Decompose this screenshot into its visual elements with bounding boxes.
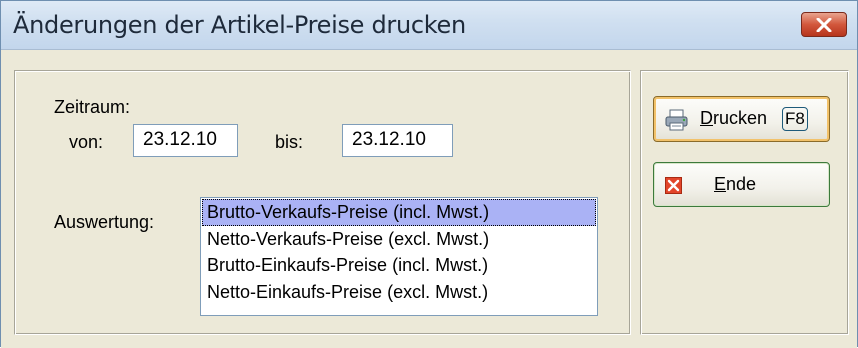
window-title: Änderungen der Artikel-Preise drucken xyxy=(13,11,466,39)
end-button-label: Ende xyxy=(714,174,757,194)
close-icon xyxy=(816,17,832,32)
title-bar[interactable]: Änderungen der Artikel-Preise drucken xyxy=(1,1,857,50)
close-button[interactable] xyxy=(801,12,847,37)
list-item[interactable]: Brutto-Verkaufs-Preise (incl. Mwst.) xyxy=(202,199,596,226)
from-label: von: xyxy=(69,132,104,152)
printer-icon xyxy=(665,109,688,131)
print-button-label: Drucken xyxy=(700,108,768,128)
period-label: Zeitraum: xyxy=(54,97,131,117)
dialog-window: Änderungen der Artikel-Preise drucken Ze… xyxy=(0,0,858,348)
print-shortcut-key: F8 xyxy=(782,107,808,131)
list-item[interactable]: Netto-Verkaufs-Preise (excl. Mwst.) xyxy=(202,226,596,253)
to-label: bis: xyxy=(275,132,304,152)
close-red-square-icon xyxy=(665,177,682,194)
print-button[interactable]: Drucken F8 xyxy=(653,96,830,142)
to-date-input[interactable]: 23.12.10 xyxy=(342,124,453,157)
from-date-input[interactable]: 23.12.10 xyxy=(133,124,238,157)
end-button[interactable]: Ende xyxy=(653,162,830,207)
evaluation-label: Auswertung: xyxy=(54,212,155,232)
list-item[interactable]: Netto-Einkaufs-Preise (excl. Mwst.) xyxy=(202,279,596,306)
evaluation-listbox[interactable]: Brutto-Verkaufs-Preise (incl. Mwst.) Net… xyxy=(200,197,598,316)
list-item[interactable]: Brutto-Einkaufs-Preise (incl. Mwst.) xyxy=(202,252,596,279)
